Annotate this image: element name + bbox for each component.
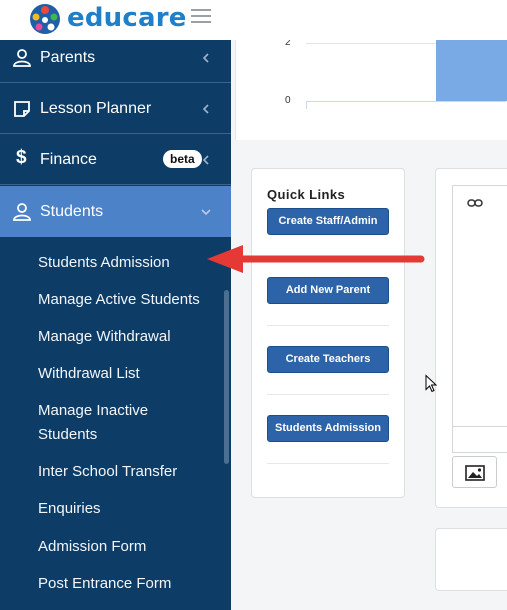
sidebar-item-lesson-planner[interactable]: Lesson Planner	[0, 84, 231, 134]
quick-links-title: Quick Links	[267, 187, 346, 202]
app-root: educare 2 0 Quick Links Create Staff/Adm…	[0, 0, 507, 610]
chevron-down-icon	[201, 208, 211, 215]
students-admission-button[interactable]: Students Admission	[267, 415, 389, 442]
submenu-post-entrance-form[interactable]: Post Entrance Form	[38, 572, 223, 596]
submenu-manage-withdrawal[interactable]: Manage Withdrawal	[38, 325, 223, 349]
sidebar-scrollbar[interactable]	[224, 290, 229, 464]
chevron-left-icon	[202, 103, 209, 114]
note-icon	[14, 100, 30, 117]
hamburger-menu-icon[interactable]	[191, 9, 211, 25]
insert-image-button[interactable]	[452, 456, 497, 488]
mouse-cursor-icon	[425, 374, 437, 393]
sidebar-item-label: Students	[40, 202, 104, 220]
sidebar-item-finance[interactable]: $ Finance beta	[0, 135, 231, 185]
submenu-withdrawal-list[interactable]: Withdrawal List	[38, 362, 223, 386]
beta-badge: beta	[163, 150, 202, 168]
chevron-left-icon	[202, 154, 209, 165]
create-staff-admin-button[interactable]: Create Staff/Admin	[267, 208, 389, 235]
image-icon	[465, 465, 485, 481]
add-new-parent-button[interactable]: Add New Parent	[267, 277, 389, 304]
top-bar: educare	[0, 0, 507, 40]
submenu-students-admission[interactable]: Students Admission	[38, 251, 223, 275]
editor-area[interactable]	[452, 185, 507, 453]
sidebar-item-students[interactable]: Students	[0, 186, 231, 237]
divider	[267, 325, 389, 326]
sidebar-item-label: Lesson Planner	[40, 99, 152, 117]
submenu-inter-school-transfer[interactable]: Inter School Transfer	[38, 460, 223, 484]
submenu-admission-form[interactable]: Admission Form	[38, 535, 223, 559]
link-icon[interactable]	[467, 198, 483, 208]
submenu-manage-inactive-students[interactable]: Manage Inactive Students	[38, 399, 198, 447]
submenu-manage-active-students[interactable]: Manage Active Students	[38, 288, 223, 312]
chevron-left-icon	[202, 52, 209, 63]
red-arrow-annotation	[207, 245, 425, 273]
sidebar-item-label: Parents	[40, 48, 96, 66]
educare-logo	[30, 4, 60, 34]
chart-bar[interactable]	[436, 40, 507, 101]
chart-card: 2 0	[235, 37, 507, 140]
quick-links-card: Quick Links Create Staff/Admin Add New P…	[251, 168, 405, 498]
editor-card	[435, 168, 507, 508]
editor-divider	[453, 426, 507, 427]
divider	[267, 463, 389, 464]
sidebar: Parents Lesson Planner $ Finance beta St	[0, 40, 231, 610]
baseline-tick	[306, 101, 307, 109]
create-teachers-button[interactable]: Create Teachers	[267, 346, 389, 373]
y-tick-0: 0	[285, 95, 291, 106]
submenu-enquiries[interactable]: Enquiries	[38, 497, 223, 521]
divider	[267, 394, 389, 395]
dollar-icon: $	[16, 147, 27, 168]
bottom-card	[435, 528, 507, 591]
sidebar-item-label: Finance	[40, 150, 97, 168]
sidebar-item-parents[interactable]: Parents	[0, 33, 231, 83]
gridline-top	[306, 43, 436, 44]
user-icon	[13, 202, 31, 221]
chart-baseline	[306, 101, 506, 102]
brand-name: educare	[67, 3, 187, 33]
user-icon	[13, 48, 31, 67]
